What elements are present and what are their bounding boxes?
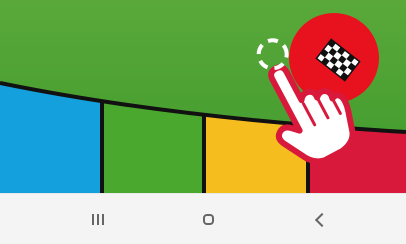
home-button[interactable] bbox=[180, 194, 236, 244]
back-icon bbox=[314, 212, 330, 227]
system-navigation-bar bbox=[0, 193, 406, 244]
recents-icon bbox=[92, 214, 104, 225]
home-icon bbox=[202, 214, 214, 225]
game-screen bbox=[0, 0, 406, 244]
recent-apps-button[interactable] bbox=[70, 194, 126, 244]
game-scene bbox=[0, 0, 406, 193]
back-button[interactable] bbox=[292, 194, 348, 244]
finish-badge[interactable] bbox=[289, 13, 379, 103]
